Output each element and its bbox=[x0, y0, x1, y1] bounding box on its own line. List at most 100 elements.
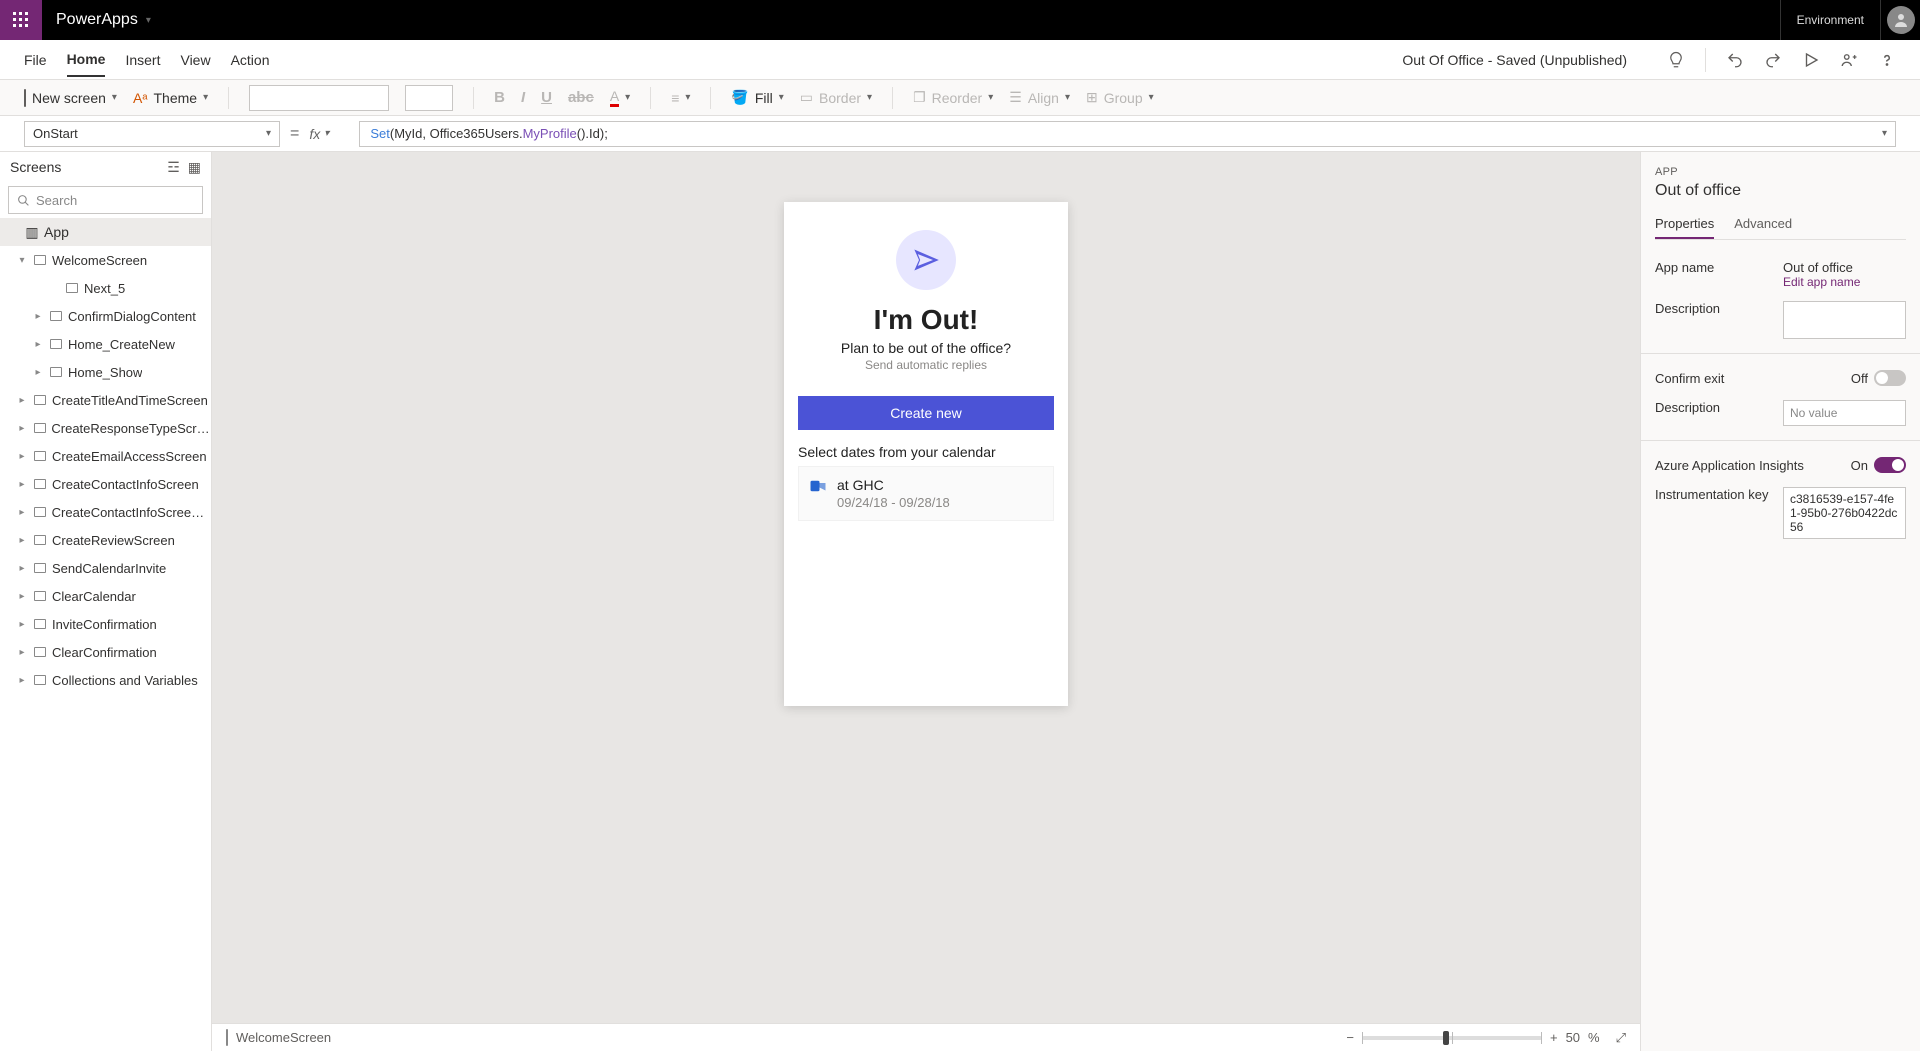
chevron-down-icon: ▾ bbox=[779, 92, 784, 103]
tree-caret-icon: ▸ bbox=[32, 339, 44, 350]
redo-icon[interactable] bbox=[1764, 51, 1782, 69]
share-icon[interactable] bbox=[1840, 51, 1858, 69]
tree-item[interactable]: ▸CreateReviewScreen bbox=[0, 526, 211, 554]
new-screen-button[interactable]: New screen ▾ bbox=[24, 90, 117, 106]
chevron-down-icon: ▾ bbox=[988, 92, 993, 103]
zoom-in-button[interactable]: + bbox=[1550, 1030, 1558, 1045]
confirm-exit-label: Confirm exit bbox=[1655, 371, 1724, 386]
search-input[interactable]: Search bbox=[8, 186, 203, 214]
waffle-icon[interactable] bbox=[0, 0, 42, 40]
font-size-dropdown[interactable] bbox=[405, 85, 453, 111]
font-family-dropdown[interactable] bbox=[249, 85, 389, 111]
menu-home[interactable]: Home bbox=[67, 43, 106, 77]
chevron-down-icon: ▾ bbox=[146, 15, 151, 26]
tree-item[interactable]: ▾WelcomeScreen bbox=[0, 246, 211, 274]
tree-item[interactable]: ▸SendCalendarInvite bbox=[0, 554, 211, 582]
tree-caret-icon: ▸ bbox=[16, 451, 28, 462]
screen-icon bbox=[48, 336, 64, 352]
chevron-down-icon: ▾ bbox=[203, 92, 208, 103]
tree-item-label: CreateTitleAndTimeScreen bbox=[52, 393, 208, 408]
fit-to-window-button[interactable]: ⤢ bbox=[1616, 1030, 1626, 1046]
tree-item[interactable]: ▸Collections and Variables bbox=[0, 666, 211, 694]
text-align-button[interactable]: ≡ ▾ bbox=[671, 90, 690, 106]
formula-input[interactable]: Set(MyId, Office365Users.MyProfile().Id)… bbox=[359, 121, 1896, 147]
calendar-item[interactable]: at GHC 09/24/18 - 09/28/18 bbox=[798, 466, 1054, 521]
user-avatar[interactable] bbox=[1880, 0, 1920, 40]
left-panel: Screens ☲ ▦ Search ▥ App ▾WelcomeScreenN… bbox=[0, 152, 212, 1051]
property-name: OnStart bbox=[33, 126, 78, 141]
border-button[interactable]: ▭ Border ▾ bbox=[800, 89, 872, 106]
tree-item[interactable]: ▸InviteConfirmation bbox=[0, 610, 211, 638]
environment-picker[interactable]: Environment bbox=[1780, 0, 1880, 40]
canvas-area[interactable]: I'm Out! Plan to be out of the office? S… bbox=[212, 152, 1640, 1023]
brand-dropdown[interactable]: PowerApps ▾ bbox=[42, 11, 165, 29]
screen-icon bbox=[226, 1030, 228, 1045]
tree-item[interactable]: ▸CreateContactInfoScreen bbox=[0, 470, 211, 498]
app-checker-icon[interactable] bbox=[1667, 51, 1685, 69]
aai-toggle[interactable] bbox=[1874, 457, 1906, 473]
tree-item[interactable]: ▸CreateContactInfoScreen_1 bbox=[0, 498, 211, 526]
underline-button[interactable]: U bbox=[541, 89, 552, 106]
tree-app-node[interactable]: ▥ App bbox=[0, 218, 211, 246]
theme-label: Theme bbox=[154, 90, 198, 106]
menu-file[interactable]: File bbox=[24, 44, 47, 76]
edit-app-name-link[interactable]: Edit app name bbox=[1783, 275, 1906, 289]
screen-icon bbox=[32, 616, 48, 632]
bold-button[interactable]: B bbox=[494, 89, 505, 106]
tree-item[interactable]: ▸ClearConfirmation bbox=[0, 638, 211, 666]
tree-item[interactable]: ▸ CreateEmailAccessScreen bbox=[0, 442, 211, 470]
tree-item-label: CreateEmailAccessScreen bbox=[52, 449, 207, 464]
aai-state: On bbox=[1851, 458, 1868, 473]
screen-icon bbox=[32, 532, 48, 548]
screen-icon bbox=[32, 504, 48, 520]
description-input[interactable] bbox=[1783, 301, 1906, 339]
formula-token-fn: Set bbox=[370, 126, 390, 141]
group-button[interactable]: ⊞ Group ▾ bbox=[1086, 89, 1154, 106]
tree-item[interactable]: ▸ClearCalendar bbox=[0, 582, 211, 610]
tree-item[interactable]: ▸Home_Show bbox=[0, 358, 211, 386]
tree-caret-icon: ▸ bbox=[16, 423, 28, 434]
align-button[interactable]: ☰ Align ▾ bbox=[1009, 89, 1070, 106]
equals-sign: = bbox=[290, 125, 299, 143]
tree-item[interactable]: Next_5 bbox=[0, 274, 211, 302]
strikethrough-button[interactable]: abc bbox=[568, 89, 594, 106]
tree-caret-icon: ▸ bbox=[16, 647, 28, 658]
tree-caret-icon: ▸ bbox=[16, 535, 28, 546]
undo-icon[interactable] bbox=[1726, 51, 1744, 69]
zoom-slider[interactable] bbox=[1362, 1036, 1542, 1040]
create-new-label: Create new bbox=[890, 405, 962, 421]
confirm-exit-toggle[interactable] bbox=[1874, 370, 1906, 386]
tree-item[interactable]: ▸CreateTitleAndTimeScreen bbox=[0, 386, 211, 414]
fill-icon: 🪣 bbox=[731, 89, 748, 106]
help-icon[interactable] bbox=[1878, 51, 1896, 69]
tree-item[interactable]: ▸CreateResponseTypeScre... bbox=[0, 414, 211, 442]
thumbnail-view-icon[interactable]: ▦ bbox=[188, 159, 201, 176]
tree-item-label: Next_5 bbox=[84, 281, 125, 296]
calendar-section-label: Select dates from your calendar bbox=[784, 430, 1068, 466]
menu-action[interactable]: Action bbox=[231, 44, 270, 76]
tree-item[interactable]: ▸Home_CreateNew bbox=[0, 330, 211, 358]
fx-button[interactable]: fx ▾ bbox=[309, 126, 349, 142]
fill-button[interactable]: 🪣 Fill ▾ bbox=[731, 89, 783, 106]
zoom-percent: % bbox=[1588, 1030, 1600, 1045]
play-icon[interactable] bbox=[1802, 51, 1820, 69]
italic-button[interactable]: I bbox=[521, 89, 525, 106]
tree-view-icon[interactable]: ☲ bbox=[167, 159, 180, 176]
menu-view[interactable]: View bbox=[180, 44, 210, 76]
create-new-button[interactable]: Create new bbox=[798, 396, 1054, 430]
reorder-button[interactable]: ❐ Reorder ▾ bbox=[913, 89, 993, 106]
theme-button[interactable]: Aᵃ Theme ▾ bbox=[133, 90, 208, 106]
zoom-out-button[interactable]: − bbox=[1346, 1030, 1354, 1045]
menu-insert[interactable]: Insert bbox=[125, 44, 160, 76]
tab-properties[interactable]: Properties bbox=[1655, 210, 1714, 239]
ikey-input[interactable]: c3816539-e157-4fe1-95b0-276b0422dc56 bbox=[1783, 487, 1906, 539]
tab-advanced[interactable]: Advanced bbox=[1734, 210, 1792, 239]
app-icon: ▥ bbox=[24, 224, 40, 240]
font-color-button[interactable]: A▾ bbox=[610, 88, 630, 107]
property-dropdown[interactable]: OnStart ▾ bbox=[24, 121, 280, 147]
description-label: Description bbox=[1655, 301, 1775, 316]
tree-item[interactable]: ▸ConfirmDialogContent bbox=[0, 302, 211, 330]
phone-title: I'm Out! bbox=[800, 304, 1052, 336]
chevron-down-icon: ▾ bbox=[112, 92, 117, 103]
description2-input[interactable]: No value bbox=[1783, 400, 1906, 426]
